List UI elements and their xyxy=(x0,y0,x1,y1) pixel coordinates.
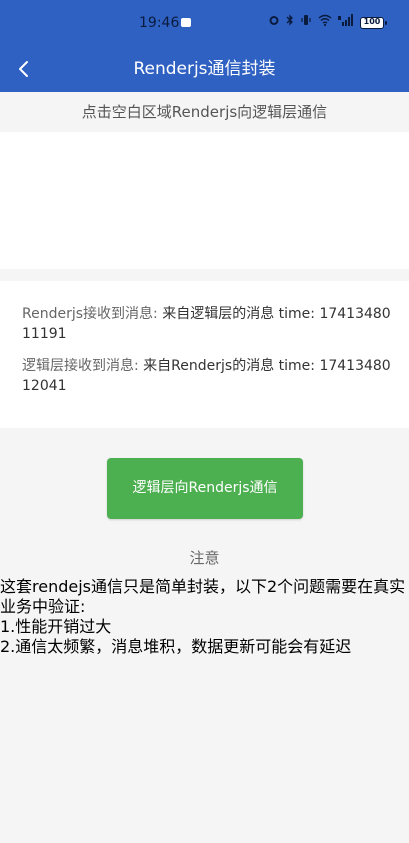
notification-dot-icon xyxy=(181,18,191,27)
messages-panel: Renderjs接收到消息: 来自逻辑层的消息 time: 1741348011… xyxy=(0,281,409,428)
alarm-icon xyxy=(268,14,280,32)
hint-text: 点击空白区域Renderjs向逻辑层通信 xyxy=(0,92,409,132)
section-divider xyxy=(0,269,409,281)
vibrate-icon xyxy=(300,14,312,32)
signal-icon xyxy=(338,14,354,32)
nav-bar: Renderjs通信封装 xyxy=(0,46,409,92)
bluetooth-icon xyxy=(286,14,294,32)
note-line: 这套rendejs通信只是简单封装，以下2个问题需要在真实业务中验证: xyxy=(0,577,406,616)
page-title: Renderjs通信封装 xyxy=(133,59,276,79)
battery-level: 100 xyxy=(363,17,381,26)
note-title: 注意 xyxy=(189,549,220,567)
status-time: 19:46 xyxy=(139,15,180,31)
status-bar: 19:46 100 xyxy=(0,0,409,46)
note-line: 1.性能开销过大 xyxy=(0,617,112,636)
header: 19:46 100 Renderjs通信封装 xyxy=(0,0,409,92)
message-label: Renderjs接收到消息: xyxy=(22,306,158,322)
logic-message: 逻辑层接收到消息: 来自Renderjs的消息 time: 1741348012… xyxy=(22,356,392,396)
message-label: 逻辑层接收到消息: xyxy=(22,358,139,374)
app-screen: 19:46 100 Renderjs通信封装 点击空白区域Renderjs向逻辑… xyxy=(0,0,409,843)
renderjs-tap-area[interactable] xyxy=(0,132,409,269)
status-icons: 100 xyxy=(268,14,387,32)
battery-icon: 100 xyxy=(360,17,387,29)
renderjs-message: Renderjs接收到消息: 来自逻辑层的消息 time: 1741348011… xyxy=(22,304,392,344)
lower-section: 逻辑层向Renderjs通信 注意 这套rendejs通信只是简单封装，以下2个… xyxy=(0,428,409,843)
logic-to-renderjs-button[interactable]: 逻辑层向Renderjs通信 xyxy=(107,458,303,519)
note-line: 2.通信太频繁，消息堆积，数据更新可能会有延迟 xyxy=(0,637,352,656)
note-body: 这套rendejs通信只是简单封装，以下2个问题需要在真实业务中验证: 1.性能… xyxy=(0,577,409,657)
wifi-icon xyxy=(318,14,332,32)
